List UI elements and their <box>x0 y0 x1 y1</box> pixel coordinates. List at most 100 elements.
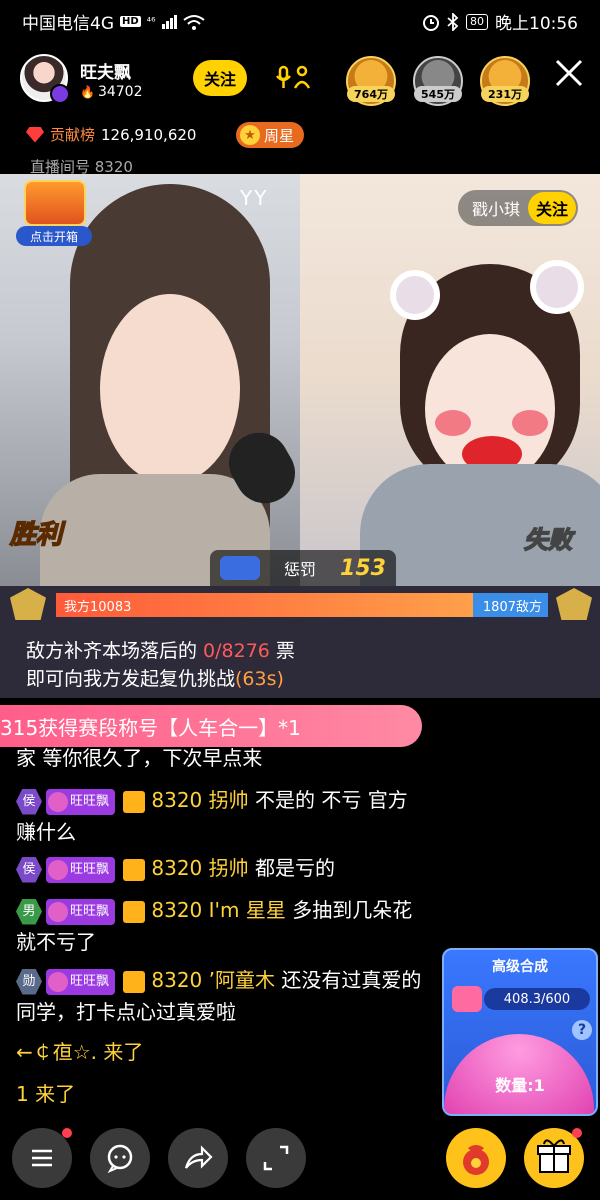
follow-button[interactable]: 关注 <box>193 60 247 96</box>
close-icon[interactable] <box>552 56 586 90</box>
top-viewer-count-1: 764万 <box>347 86 395 102</box>
chat-text: 都是亏的 <box>255 856 335 880</box>
status-bar: 中国电信4G HD ⁴⁶ 80 晚上10:56 <box>0 0 600 40</box>
lucky-bag-button[interactable] <box>446 1128 506 1188</box>
opponent-name: 戳小琪 <box>472 200 521 219</box>
blush-left <box>435 410 471 436</box>
battery-icon: 80 <box>466 13 488 30</box>
pk-theirs: 1807敌方 <box>472 593 548 617</box>
chat-message: 侯 旺旺飘 8320 拐帅 都是亏的 <box>16 852 426 884</box>
top-viewer-count-3: 231万 <box>481 86 529 102</box>
gem-icon <box>26 126 44 143</box>
bear-ear-left <box>390 270 440 320</box>
contrib-label: 贡献榜 <box>50 126 96 144</box>
punish-bar: 惩罚 153 <box>210 550 396 586</box>
rank-badge: 侯 <box>16 788 42 815</box>
star-icon: ★ <box>240 125 260 145</box>
pk-msg2-pre: 即可向我方发起复仇挑战 <box>26 668 236 690</box>
network-label: ⁴⁶ <box>146 15 156 28</box>
pk-theirs-label: 1807敌方 <box>482 599 542 615</box>
notification-dot <box>62 1128 72 1138</box>
blush-right <box>512 410 548 436</box>
treasure-box-icon[interactable] <box>24 180 86 226</box>
fans-count: 34702 <box>97 84 143 100</box>
level-icon <box>123 790 146 813</box>
contrib-value: 126,910,620 <box>101 125 197 144</box>
alarm-icon <box>423 14 439 31</box>
chat-uid: 8320 <box>151 788 203 812</box>
pk-message-1: 敌方补齐本场落后的 0/8276 票 <box>26 636 295 663</box>
host-fans: 🔥 34702 <box>80 84 143 100</box>
pk-msg2-time: (63s) <box>235 668 284 690</box>
heart-icon <box>48 971 68 992</box>
fan-badge-label: 旺旺飘 <box>70 973 110 989</box>
hd-badge: HD <box>120 16 141 27</box>
mic-link-icon[interactable] <box>276 64 312 92</box>
fullscreen-icon <box>263 1145 289 1171</box>
win-badge: 胜利 <box>9 519 63 551</box>
fan-badge-label: 旺旺飘 <box>70 793 110 809</box>
heart-icon <box>48 859 68 880</box>
opponent-pill[interactable]: 戳小琪 关注 <box>458 190 579 226</box>
host-name[interactable]: 旺夫飘 <box>80 58 131 83</box>
chat-user[interactable]: ’阿童木 <box>209 968 275 992</box>
chat-uid: 8320 <box>151 968 203 992</box>
chat-button[interactable] <box>90 1128 150 1188</box>
open-box-label[interactable]: 点击开箱 <box>16 226 92 246</box>
pk-ours: 我方10083 <box>56 593 473 617</box>
host-face <box>100 294 240 484</box>
join-message: ←￠亱☆. 来了 <box>16 1040 144 1064</box>
yy-logo: YY <box>240 186 269 210</box>
title-toast: 315获得赛段称号【人车合一】*1 <box>0 705 422 747</box>
fan-badge: 旺旺飘 <box>46 788 116 815</box>
chat-text: 家 等你很久了，下次早点来 <box>16 746 263 770</box>
status-left: 中国电信4G HD ⁴⁶ <box>22 9 205 34</box>
pk-msg1-frac: 0/8276 <box>203 640 270 662</box>
fan-badge: 旺旺飘 <box>46 898 116 925</box>
pk-msg1-post: 票 <box>269 640 295 662</box>
menu-icon <box>32 1149 52 1167</box>
top-viewer-count-2: 545万 <box>414 86 462 102</box>
contribution-rank[interactable]: 贡献榜 126,910,620 <box>26 124 196 145</box>
pk-ours-label: 我方10083 <box>64 599 132 615</box>
week-star-button[interactable]: ★ 周星 <box>236 122 305 148</box>
rank-badge: 侯 <box>16 856 42 883</box>
level-icon <box>123 970 146 993</box>
lucky-bag-icon <box>463 1145 489 1175</box>
opponent-follow-button[interactable]: 关注 <box>528 192 577 224</box>
bluetooth-icon <box>447 12 459 31</box>
fan-badge-label: 旺旺飘 <box>70 903 110 919</box>
punish-label: 惩罚 <box>284 560 317 579</box>
chat-user[interactable]: 拐帅 <box>209 856 249 880</box>
chat-message: 男旺旺飘 8320 I'm 星星 多抽到几朵花就不亏了 <box>16 894 426 958</box>
heart-icon <box>48 901 68 922</box>
chat-user[interactable]: I'm 星星 <box>209 898 286 922</box>
pk-message-2: 即可向我方发起复仇挑战(63s) <box>26 664 284 691</box>
level-badge-icon <box>50 84 70 104</box>
chat-user[interactable]: 拐帅 <box>209 788 249 812</box>
carrier-label: 中国电信4G <box>22 14 114 34</box>
lose-badge: 失败 <box>523 525 573 555</box>
synthesis-title: 高级合成 <box>492 959 548 975</box>
synthesis-widget[interactable]: 高级合成 408.3/600 ? 数量:1 <box>442 948 598 1116</box>
notification-dot <box>572 1128 582 1138</box>
pk-score-bar: 我方10083 1807敌方 <box>56 593 548 617</box>
chat-uid: 8320 <box>151 898 203 922</box>
level-icon <box>123 858 146 881</box>
pk-msg1-pre: 敌方补齐本场落后的 <box>26 640 204 662</box>
level-icon <box>123 900 146 923</box>
fullscreen-button[interactable] <box>246 1128 306 1188</box>
join-message: 1 来了 <box>16 1082 76 1106</box>
rank-badge: 男 <box>16 898 42 925</box>
status-right: 80 晚上10:56 <box>422 9 578 34</box>
signal-icon <box>161 14 177 29</box>
chat-message: 勋旺旺飘 8320 ’阿童木 还没有过真爱的同学，打卡点心过真爱啦 <box>16 964 426 1028</box>
flame-icon: 🔥 <box>80 85 95 99</box>
help-icon[interactable]: ? <box>572 1020 592 1040</box>
chat-message: 家 等你很久了，下次早点来 <box>16 742 426 774</box>
fan-badge: 旺旺飘 <box>46 968 116 995</box>
bear-ear-right <box>530 260 584 314</box>
fan-badge-label: 旺旺飘 <box>70 861 110 877</box>
share-button[interactable] <box>168 1128 228 1188</box>
pk-logo-icon <box>220 556 260 580</box>
